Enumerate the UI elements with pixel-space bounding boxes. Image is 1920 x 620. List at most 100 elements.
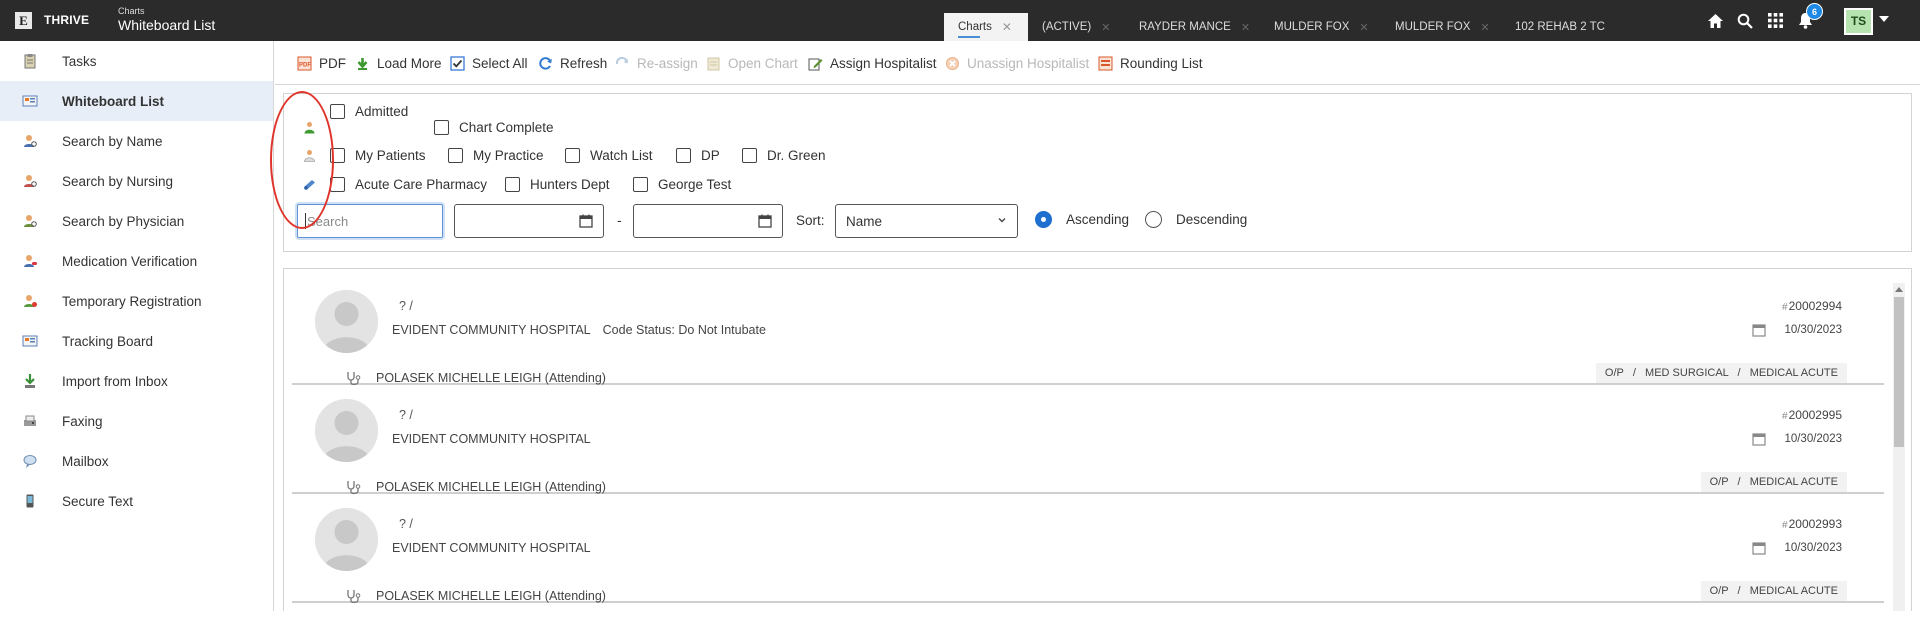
patient-card[interactable]: ? / EVIDENT COMMUNITY HOSPITAL POLASEK M… <box>292 386 1884 495</box>
admission-date: 10/30/2023 <box>1752 323 1842 337</box>
scrollbar-thumb[interactable] <box>1894 297 1904 447</box>
tab-label: MULDER FOX <box>1395 21 1471 33</box>
chart-complete-checkbox[interactable]: Chart Complete <box>434 120 554 135</box>
select-all-label: Select All <box>472 55 528 71</box>
scroll-up-arrow-icon[interactable] <box>1895 287 1903 292</box>
sidebar: Tasks Whiteboard List Search by Name Sea… <box>0 41 274 611</box>
sidebar-item-search-by-physician[interactable]: Search by Physician <box>0 201 273 241</box>
tab-mulder-fox-2[interactable]: MULDER FOX ✕ <box>1381 13 1501 41</box>
patient-card[interactable]: ? / EVIDENT COMMUNITY HOSPITAL POLASEK M… <box>292 495 1884 604</box>
chart-number-value: 20002993 <box>1788 517 1842 531</box>
sidebar-item-temporary-registration[interactable]: Temporary Registration <box>0 281 273 321</box>
start-date-field[interactable] <box>454 204 604 238</box>
attending-name: POLASEK MICHELLE LEIGH (Attending) <box>376 371 606 385</box>
checkbox-box[interactable] <box>505 177 520 192</box>
assign-hospitalist-button[interactable]: Assign Hospitalist <box>808 54 937 72</box>
sidebar-item-search-by-nursing[interactable]: Search by Nursing <box>0 161 273 201</box>
sidebar-item-search-by-name[interactable]: Search by Name <box>0 121 273 161</box>
george-test-checkbox[interactable]: George Test <box>633 177 731 192</box>
close-icon[interactable]: ✕ <box>1359 21 1368 34</box>
sidebar-item-tracking-board[interactable]: Tracking Board <box>0 321 273 361</box>
admission-date: 10/30/2023 <box>1752 541 1842 555</box>
sidebar-item-faxing[interactable]: Faxing <box>0 401 273 441</box>
stethoscope-icon <box>347 590 361 604</box>
chevron-down-icon[interactable] <box>1879 16 1889 22</box>
date-range-separator: - <box>617 212 622 228</box>
my-patients-checkbox[interactable]: My Patients <box>330 148 426 163</box>
patient-name: ? / <box>399 299 413 313</box>
acute-care-pharmacy-checkbox[interactable]: Acute Care Pharmacy <box>330 177 487 192</box>
tab-active[interactable]: (ACTIVE) ✕ <box>1028 13 1125 41</box>
tab-102-rehab[interactable]: 102 REHAB 2 TC <box>1501 13 1636 41</box>
tab-charts[interactable]: Charts ✕ <box>944 13 1028 41</box>
checkbox-box[interactable] <box>633 177 648 192</box>
close-icon[interactable]: ✕ <box>1101 21 1110 34</box>
stethoscope-icon <box>347 481 361 495</box>
sidebar-item-label: Search by Physician <box>62 213 185 229</box>
checkbox-box[interactable] <box>448 148 463 163</box>
dp-checkbox[interactable]: DP <box>676 148 720 163</box>
checkbox-checked-icon <box>450 55 465 71</box>
refresh-button[interactable]: Refresh <box>538 54 607 72</box>
open-chart-button[interactable]: Open Chart <box>706 54 798 72</box>
svg-text:PDF: PDF <box>299 62 311 68</box>
checkbox-label: Hunters Dept <box>530 177 610 192</box>
bell-icon[interactable]: 6 <box>1790 0 1823 41</box>
tab-rayder-mance[interactable]: RAYDER MANCE ✕ <box>1125 13 1260 41</box>
list-scrollbar[interactable] <box>1893 283 1905 611</box>
admitted-checkbox[interactable]: Admitted <box>330 103 408 119</box>
patient-card[interactable]: ? / EVIDENT COMMUNITY HOSPITAL Code Statu… <box>292 277 1884 386</box>
my-practice-checkbox[interactable]: My Practice <box>448 148 544 163</box>
watch-list-checkbox[interactable]: Watch List <box>565 148 653 163</box>
descending-radio[interactable]: Descending <box>1145 211 1247 228</box>
sidebar-item-secure-text[interactable]: Secure Text <box>0 481 273 521</box>
checkbox-label: Dr. Green <box>767 148 826 163</box>
home-icon[interactable] <box>1700 0 1730 41</box>
sidebar-item-tasks[interactable]: Tasks <box>0 41 273 81</box>
app-logo[interactable]: E <box>15 12 32 29</box>
hunters-dept-checkbox[interactable]: Hunters Dept <box>505 177 610 192</box>
close-icon[interactable]: ✕ <box>1480 21 1489 34</box>
user-avatar[interactable]: TS <box>1844 8 1873 35</box>
chart-tabs: Charts ✕ (ACTIVE) ✕ RAYDER MANCE ✕ MULDE… <box>944 13 1636 41</box>
sidebar-item-import-from-inbox[interactable]: Import from Inbox <box>0 361 273 401</box>
refresh-icon <box>539 56 552 70</box>
sort-select[interactable]: Name <box>835 204 1018 238</box>
radio-button[interactable] <box>1145 211 1162 228</box>
pdf-button[interactable]: PDF PDF <box>297 54 346 72</box>
tab-label: 102 REHAB 2 TC <box>1515 21 1605 33</box>
checkbox-box[interactable] <box>565 148 580 163</box>
physician-search-icon <box>24 215 37 227</box>
checkbox-box[interactable] <box>330 103 345 119</box>
select-all-button[interactable]: Select All <box>450 54 528 72</box>
search-icon[interactable] <box>1730 0 1760 41</box>
page-title-block: Charts Whiteboard List <box>118 6 215 34</box>
cancel-circle-icon <box>946 56 959 70</box>
calendar-icon <box>1752 542 1767 555</box>
close-icon[interactable]: ✕ <box>1002 20 1012 34</box>
tab-mulder-fox-1[interactable]: MULDER FOX ✕ <box>1260 13 1381 41</box>
rounding-list-button[interactable]: Rounding List <box>1098 54 1203 72</box>
dr-green-checkbox[interactable]: Dr. Green <box>742 148 826 163</box>
calendar-icon[interactable] <box>758 214 772 228</box>
checkbox-box[interactable] <box>742 148 757 163</box>
calendar-icon[interactable] <box>579 214 593 228</box>
reassign-button[interactable]: Re-assign <box>615 54 698 72</box>
sidebar-item-label: Mailbox <box>62 453 109 469</box>
load-more-button[interactable]: Load More <box>355 54 442 72</box>
grid-icon[interactable] <box>1760 0 1790 41</box>
radio-button-selected[interactable] <box>1035 211 1052 228</box>
patient-avatar <box>315 290 378 353</box>
tab-label: (ACTIVE) <box>1042 21 1092 33</box>
checkbox-box[interactable] <box>434 120 449 135</box>
unassign-hospitalist-button[interactable]: Unassign Hospitalist <box>945 54 1089 72</box>
ascending-radio[interactable]: Ascending <box>1035 211 1129 228</box>
close-icon[interactable]: ✕ <box>1241 21 1250 34</box>
sidebar-item-whiteboard-list[interactable]: Whiteboard List <box>0 81 273 121</box>
checkbox-box[interactable] <box>676 148 691 163</box>
sidebar-item-mailbox[interactable]: Mailbox <box>0 441 273 481</box>
end-date-field[interactable] <box>633 204 783 238</box>
sidebar-item-medication-verification[interactable]: Medication Verification <box>0 241 273 281</box>
open-chart-icon <box>707 57 720 70</box>
facility-line: EVIDENT COMMUNITY HOSPITAL Code Status: D… <box>392 323 766 337</box>
